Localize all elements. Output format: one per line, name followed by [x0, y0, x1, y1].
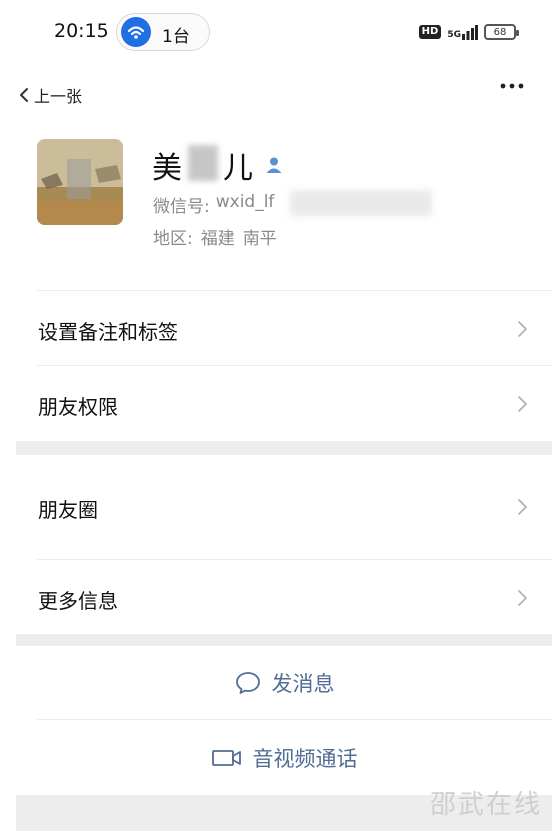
nickname-row: 美儿: [152, 143, 284, 187]
hotspot-indicator[interactable]: 1台: [116, 13, 210, 51]
region-province: 福建: [200, 229, 235, 249]
wechat-id: 微信号: wxid_lf: [153, 192, 274, 217]
avatar[interactable]: [37, 139, 123, 225]
menu-item-label: 朋友圈: [38, 498, 98, 522]
chevron-left-icon: [20, 88, 28, 102]
menu-item-label: 朋友权限: [38, 395, 118, 419]
nickname-first: 美: [152, 151, 183, 186]
battery-level: 68: [493, 26, 507, 38]
redaction-blur: [290, 190, 432, 216]
status-time: 20:15: [54, 20, 109, 42]
menu-item-label: 设置备注和标签: [38, 320, 178, 344]
wxid-value: wxid_lf: [215, 192, 275, 212]
chevron-right-icon: [518, 396, 527, 412]
chevron-right-icon: [518, 499, 527, 515]
hd-badge: HD: [418, 25, 442, 39]
nickname-last: 儿: [223, 151, 254, 186]
network-type: 5G: [447, 30, 461, 40]
send-message-button[interactable]: 发消息: [16, 646, 552, 720]
video-call-label: 音视频通话: [252, 747, 358, 771]
divider: [37, 365, 552, 366]
hotspot-count: 1台: [162, 27, 190, 47]
menu-item-moments[interactable]: 朋友圈: [16, 470, 552, 544]
back-button[interactable]: 上一张: [18, 83, 82, 107]
nickname: 美儿: [152, 143, 254, 187]
more-dots-icon[interactable]: [498, 76, 526, 96]
region: 地区: 福建 南平: [153, 224, 277, 249]
signal-icon: [462, 25, 478, 40]
video-camera-icon: [211, 750, 241, 766]
menu-item-more-info[interactable]: 更多信息: [16, 561, 552, 635]
battery-icon: 68: [484, 24, 519, 40]
status-icons: HD 5G 68: [418, 22, 519, 42]
divider: [37, 719, 552, 720]
person-icon: [266, 157, 282, 173]
hotspot-icon: [121, 17, 151, 47]
region-city: 南平: [242, 229, 277, 249]
divider: [37, 559, 552, 560]
menu-item-label: 更多信息: [38, 589, 118, 613]
section-separator: [16, 441, 552, 455]
status-bar: 20:15 1台 HD 5G 68: [0, 0, 552, 64]
menu-item-remark-tags[interactable]: 设置备注和标签: [16, 292, 552, 366]
chevron-right-icon: [518, 590, 527, 606]
watermark: 邵武在线: [429, 790, 542, 820]
divider: [37, 290, 552, 291]
back-label: 上一张: [34, 87, 83, 106]
wxid-label: 微信号:: [153, 197, 210, 217]
region-label: 地区:: [153, 229, 193, 249]
page-edge: [0, 0, 16, 831]
section-separator: [16, 634, 552, 646]
redaction-blur: [188, 145, 218, 181]
chat-bubble-icon: [235, 672, 260, 694]
chevron-right-icon: [518, 321, 527, 337]
menu-item-friend-permissions[interactable]: 朋友权限: [16, 367, 552, 441]
send-message-label: 发消息: [271, 672, 335, 696]
